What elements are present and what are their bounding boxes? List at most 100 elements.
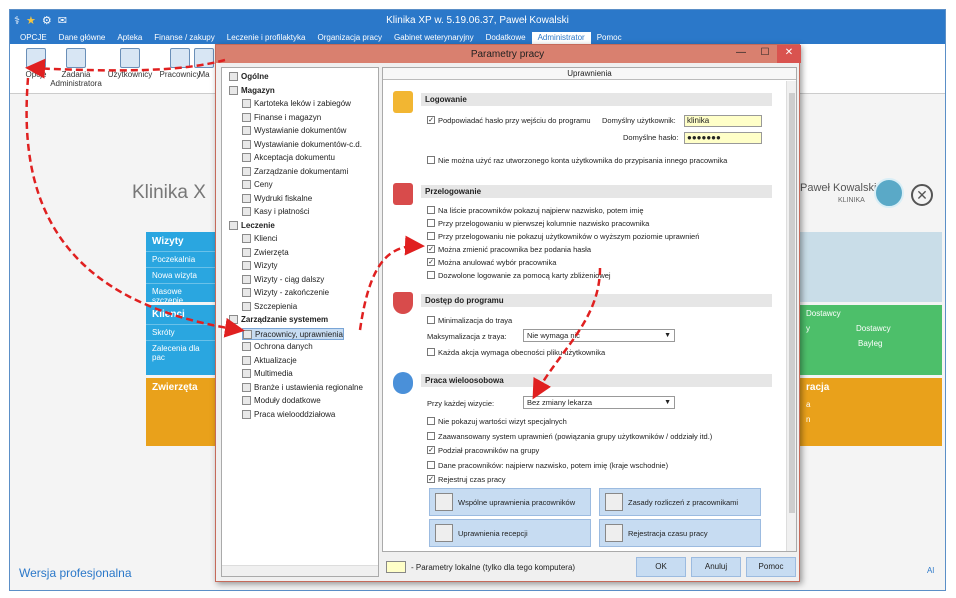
checkbox-box[interactable] (427, 156, 435, 165)
tree-item[interactable]: Moduły dodatkowe (242, 395, 321, 407)
help-button[interactable]: Pomoc (746, 557, 796, 577)
tree-item[interactable]: Branże i ustawienia regionalne (242, 382, 363, 394)
close-icon[interactable]: ✕ (911, 184, 933, 206)
scrollbar-thumb[interactable] (789, 93, 795, 513)
checkbox-box[interactable] (427, 348, 435, 357)
tree-item[interactable]: Klienci (242, 233, 278, 245)
tree-item[interactable]: Wystawianie dokumentów-c.d. (242, 139, 362, 151)
menu-item[interactable]: Pomoc (591, 32, 628, 44)
checkbox-box[interactable] (427, 460, 435, 469)
option-checkbox[interactable]: Przy przelogowaniu w pierwszej kolumnie … (427, 218, 649, 229)
checkbox-box[interactable]: ✓ (427, 116, 435, 125)
reception-permissions-button[interactable]: Uprawnienia recepcji (429, 519, 591, 547)
option-checkbox[interactable]: Na liście pracowników pokazuj najpierw n… (427, 205, 644, 216)
menu-item[interactable]: Leczenie i profilaktyka (221, 32, 312, 44)
option-checkbox[interactable]: ✓ Można anulować wybór pracownika (427, 257, 556, 268)
tree-item[interactable]: Wystawianie dokumentów (242, 125, 346, 137)
checkbox-box[interactable] (427, 232, 435, 241)
ribbon-uzytkownicy-button[interactable]: Użytkownicy (104, 48, 156, 79)
checkbox-box[interactable]: ✓ (427, 258, 435, 267)
tile-wizyty[interactable]: Wizyty Poczekalnia Nowa wizyta Masowe sz… (146, 232, 218, 305)
menu-item[interactable]: OPCJE (14, 32, 53, 44)
tree-item[interactable]: Finanse i magazyn (242, 112, 321, 124)
avatar[interactable] (874, 178, 904, 208)
option-checkbox[interactable]: ✓ Można zmienić pracownika bez podania ha… (427, 244, 591, 255)
maximize-tray-select[interactable]: Nie wymaga nic ▼ (523, 329, 675, 342)
option-checkbox[interactable]: Nie pokazuj wartości wizyt specjalnych (427, 416, 567, 427)
menu-item[interactable]: Finanse / zakupy (148, 32, 220, 44)
tree-item[interactable]: Leczenie (229, 220, 275, 232)
tree-item[interactable]: Ochrona danych (242, 341, 313, 353)
option-checkbox[interactable]: Przy przelogowaniu nie pokazuj użytkowni… (427, 231, 699, 242)
option-checkbox[interactable]: Dozwolone logowanie za pomocą karty zbli… (427, 270, 611, 281)
menu-item[interactable]: Apteka (111, 32, 148, 44)
checkbox-box[interactable] (427, 417, 435, 426)
shared-permissions-button[interactable]: Wspólne uprawnienia pracowników (429, 488, 591, 516)
tree-item[interactable]: Magazyn (229, 85, 275, 97)
tile-link[interactable]: Zalecenia dla pac (146, 340, 218, 365)
tree-item[interactable]: Zwierzęta (242, 247, 289, 259)
category-tree[interactable]: Ogólne Magazyn Kartoteka leków i zabiegów F… (221, 67, 379, 577)
settlement-rules-button[interactable]: Zasady rozliczeń z pracownikami (599, 488, 761, 516)
tree-item[interactable]: Zarządzanie dokumentami (242, 166, 348, 178)
tree-item[interactable]: Praca wielooddziałowa (242, 409, 335, 421)
tree-item[interactable]: Kartoteka leków i zabiegów (242, 98, 351, 110)
checkbox-podpowiadac[interactable]: ✓ Podpowiadać hasło przy wejściu do progr… (427, 115, 591, 126)
minimize-button[interactable]: — (729, 45, 753, 63)
default-password-field[interactable]: ●●●●●●● (684, 132, 762, 144)
tree-item[interactable]: Pracownicy, uprawnienia (242, 327, 344, 340)
checkbox-box[interactable]: ✓ (427, 475, 435, 484)
checkbox-kazda-akcja[interactable]: Każda akcja wymaga obecności pliku użytk… (427, 347, 605, 358)
menu-item[interactable]: Dane główne (53, 32, 112, 44)
tree-item[interactable]: Wizyty (242, 260, 278, 272)
dialog-close-button[interactable]: ✕ (777, 45, 801, 63)
option-checkbox[interactable]: Dane pracowników: najpierw nazwisko, pot… (427, 460, 668, 471)
tree-item[interactable]: Ogólne (229, 71, 269, 83)
tree-item[interactable]: Multimedia (242, 368, 293, 380)
tree-item[interactable]: Wizyty - zakończenie (242, 287, 329, 299)
ribbon-zadania-button[interactable]: Zadania Administratora (50, 48, 102, 88)
menu-item[interactable]: Gabinet weterynaryjny (388, 32, 480, 44)
menu-item[interactable]: Organizacja pracy (311, 32, 387, 44)
checkbox-box[interactable] (427, 219, 435, 228)
cancel-button[interactable]: Anuluj (691, 557, 741, 577)
tile-link[interactable]: Bayleg (800, 336, 942, 351)
checkbox-box[interactable] (427, 206, 435, 215)
option-checkbox[interactable]: ✓ Rejestruj czas pracy (427, 474, 506, 485)
checkbox-minimalizacja[interactable]: Minimalizacja do traya (427, 315, 512, 326)
tile-link[interactable]: Nowa wizyta (146, 267, 218, 283)
default-user-field[interactable]: klinika (684, 115, 762, 127)
tree-item[interactable]: Akceptacja dokumentu (242, 152, 335, 164)
tile-link[interactable]: Skróty (146, 324, 218, 340)
menu-item[interactable]: Administrator (531, 32, 591, 44)
work-time-button[interactable]: Rejestracja czasu pracy (599, 519, 761, 547)
checkbox-box[interactable]: ✓ (427, 446, 435, 455)
maximize-button[interactable]: ☐ (753, 45, 777, 63)
ok-button[interactable]: OK (636, 557, 686, 577)
tile-link[interactable]: n (800, 412, 942, 427)
ribbon-ma-button[interactable]: Ma (194, 48, 214, 79)
checkbox-box[interactable] (427, 431, 435, 440)
tree-item[interactable]: Wizyty - ciąg dalszy (242, 274, 324, 286)
tree-item[interactable]: Wydruki fiskalne (242, 193, 312, 205)
tile-administracja[interactable]: racja a n (800, 378, 942, 446)
option-checkbox[interactable]: ✓ Podział pracowników na grupy (427, 445, 539, 456)
checkbox-box[interactable]: ✓ (427, 245, 435, 254)
tree-item[interactable]: Szczepienia (242, 301, 297, 313)
checkbox-nie-mozna[interactable]: Nie można użyć raz utworzonego konta uży… (427, 155, 727, 166)
tile-link[interactable]: Dostawcy (800, 305, 942, 321)
tile-link[interactable]: Poczekalnia (146, 251, 218, 267)
tile-klienci[interactable]: Klienci Skróty Zalecenia dla pac (146, 305, 218, 375)
option-checkbox[interactable]: Zaawansowany system uprawnień (powiązani… (427, 431, 712, 442)
checkbox-box[interactable] (427, 316, 435, 325)
tree-item[interactable]: Zarządzanie systemem (229, 314, 328, 326)
tile-link[interactable]: y Dostawcy (800, 321, 942, 336)
panel-vertical-scrollbar[interactable] (786, 81, 796, 551)
tree-horizontal-scrollbar[interactable] (222, 565, 378, 576)
tile-link[interactable]: a (800, 397, 942, 412)
tree-item[interactable]: Kasy i płatności (242, 206, 310, 218)
tile-dostawcy[interactable]: Dostawcy y Dostawcy Bayleg (800, 305, 942, 375)
visit-select[interactable]: Bez zmiany lekarza ▼ (523, 396, 675, 409)
checkbox-box[interactable] (427, 271, 435, 280)
menu-item[interactable]: Dodatkowe (480, 32, 532, 44)
